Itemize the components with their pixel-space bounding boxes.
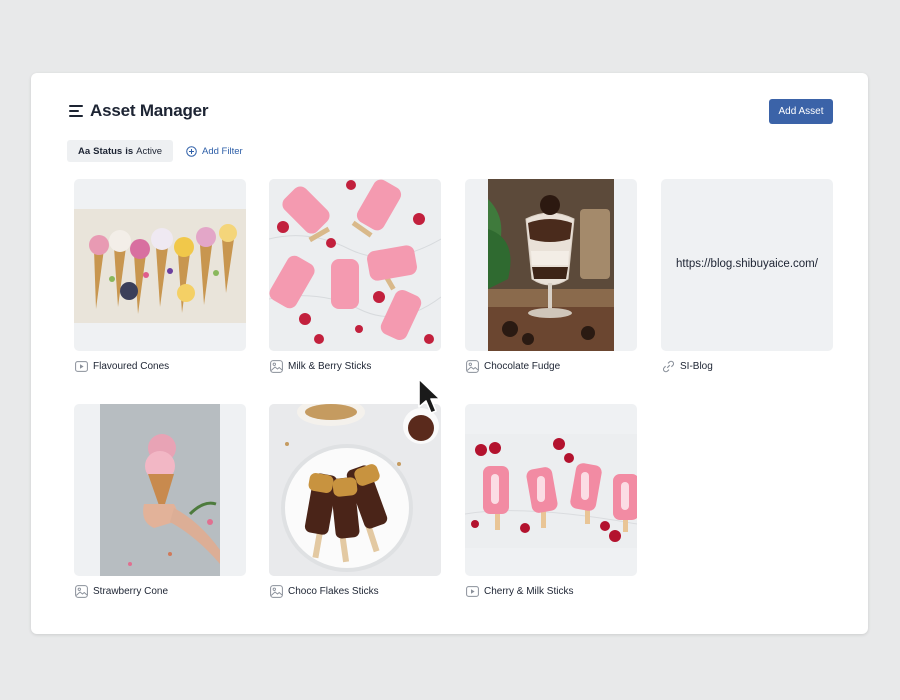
menu-icon[interactable] <box>69 105 83 117</box>
plus-circle-icon <box>186 145 197 157</box>
asset-thumbnail[interactable] <box>269 404 441 576</box>
asset-tile[interactable]: Chocolate Fudge <box>465 179 637 373</box>
filter-bar: Aa Status is Active Add Filter <box>67 140 243 162</box>
mouse-pointer-icon <box>418 378 441 414</box>
video-icon <box>465 584 479 598</box>
video-icon <box>74 359 88 373</box>
asset-caption: Milk & Berry Sticks <box>269 359 441 373</box>
asset-name[interactable]: SI-Blog <box>680 361 713 372</box>
asset-tile[interactable]: Cherry & Milk Sticks <box>465 404 637 598</box>
asset-name[interactable]: Strawberry Cone <box>93 586 168 597</box>
status-filter-chip[interactable]: Aa Status is Active <box>67 140 174 162</box>
asset-caption: Chocolate Fudge <box>465 359 637 373</box>
asset-tile[interactable]: https://blog.shibuyaice.com/ SI-Blog <box>661 179 833 373</box>
asset-thumbnail[interactable]: https://blog.shibuyaice.com/ <box>661 179 833 351</box>
asset-tile[interactable]: Flavoured Cones <box>74 179 246 373</box>
filter-operator: is <box>125 145 134 157</box>
image-icon <box>269 359 283 373</box>
link-icon <box>661 359 675 373</box>
asset-caption: SI-Blog <box>661 359 833 373</box>
asset-thumbnail[interactable] <box>74 404 246 576</box>
asset-thumbnail[interactable] <box>465 404 637 576</box>
filter-value: Active <box>136 145 163 157</box>
asset-name[interactable]: Milk & Berry Sticks <box>288 361 371 372</box>
image-icon <box>74 584 88 598</box>
add-asset-button[interactable]: Add Asset <box>769 99 833 124</box>
choco-flakes-sticks-image <box>269 404 441 576</box>
strawberry-cone-image <box>100 404 220 576</box>
asset-manager-panel: Asset Manager Add Asset Aa Status is Act… <box>31 73 868 634</box>
text-type-icon: Aa <box>78 145 91 157</box>
asset-tile[interactable]: Strawberry Cone <box>74 404 246 598</box>
asset-tile[interactable]: Choco Flakes Sticks <box>269 404 441 598</box>
chocolate-fudge-image <box>488 179 614 351</box>
asset-name[interactable]: Flavoured Cones <box>93 361 169 372</box>
link-url: https://blog.shibuyaice.com/ <box>676 258 818 270</box>
asset-caption: Flavoured Cones <box>74 359 246 373</box>
asset-name[interactable]: Choco Flakes Sticks <box>288 586 379 597</box>
page-header: Asset Manager <box>69 101 209 121</box>
milk-berry-sticks-image <box>269 179 441 351</box>
asset-caption: Cherry & Milk Sticks <box>465 584 637 598</box>
add-filter-label: Add Filter <box>202 145 243 157</box>
asset-name[interactable]: Chocolate Fudge <box>484 361 560 372</box>
image-icon <box>465 359 479 373</box>
asset-caption: Choco Flakes Sticks <box>269 584 441 598</box>
asset-thumbnail[interactable] <box>465 179 637 351</box>
asset-thumbnail[interactable] <box>269 179 441 351</box>
asset-name[interactable]: Cherry & Milk Sticks <box>484 586 573 597</box>
asset-caption: Strawberry Cone <box>74 584 246 598</box>
asset-thumbnail[interactable] <box>74 179 246 351</box>
cherry-milk-sticks-image <box>465 434 637 548</box>
flavoured-cones-image <box>74 209 246 323</box>
page-title: Asset Manager <box>90 101 209 120</box>
filter-field: Status <box>93 145 123 157</box>
add-filter-button[interactable]: Add Filter <box>186 146 243 157</box>
image-icon <box>269 584 283 598</box>
asset-tile[interactable]: Milk & Berry Sticks <box>269 179 441 373</box>
